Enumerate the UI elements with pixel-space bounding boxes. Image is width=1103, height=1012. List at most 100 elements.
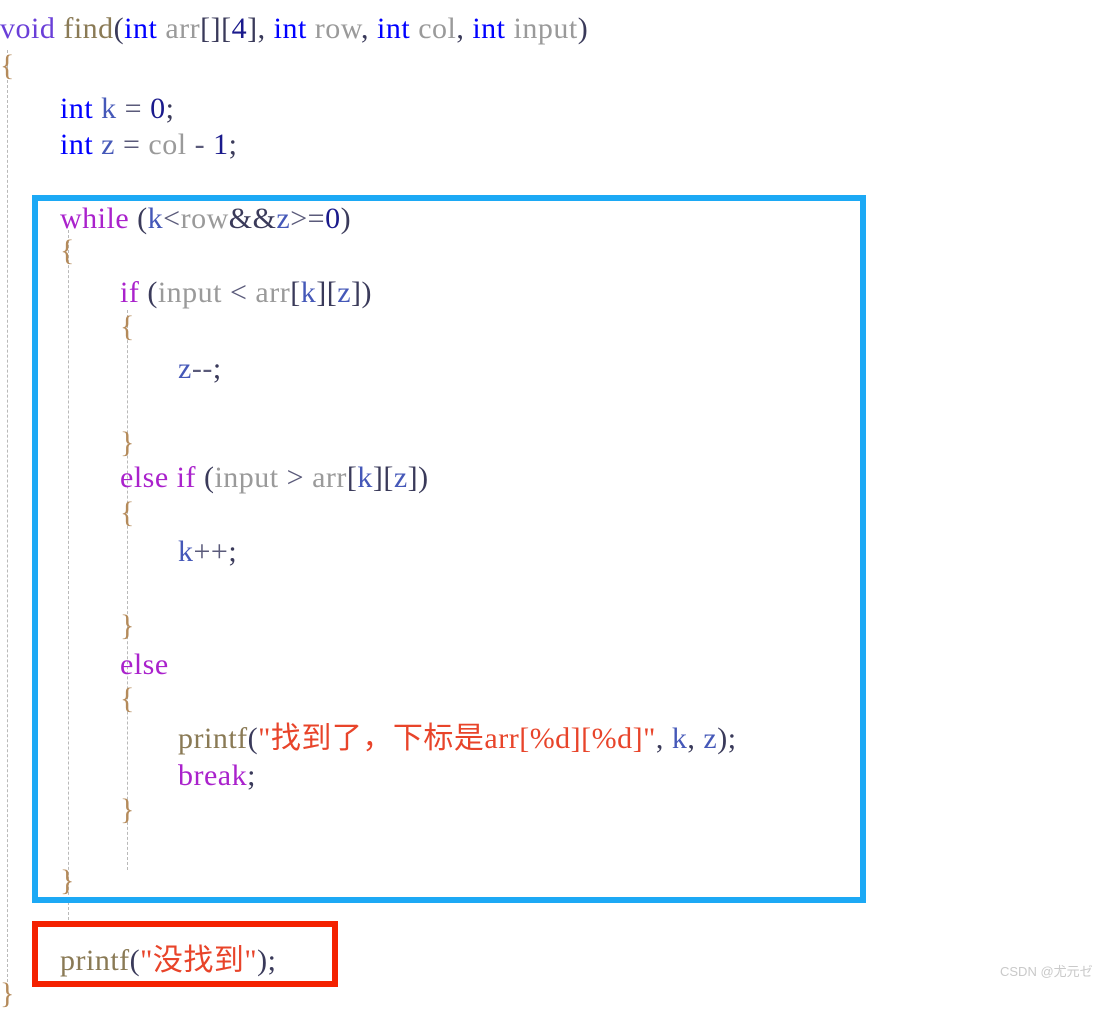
- code-token: ],: [247, 12, 274, 45]
- code-token: k: [671, 722, 688, 755]
- code-line: printf("没找到");: [0, 942, 276, 979]
- code-token: =: [116, 92, 151, 125]
- code-token: {: [60, 234, 75, 267]
- code-token: z: [276, 202, 291, 235]
- code-token: }: [120, 793, 135, 826]
- code-token: input: [513, 12, 578, 45]
- code-token: else: [120, 461, 169, 494]
- code-line: }: [0, 791, 135, 828]
- code-token: );: [717, 722, 737, 755]
- code-token: (: [129, 202, 148, 235]
- code-token: int: [472, 12, 506, 45]
- code-token: z: [101, 128, 115, 161]
- code-line: {: [0, 308, 135, 345]
- code-token: if: [120, 276, 140, 309]
- code-token: ): [577, 12, 589, 45]
- code-token: <: [163, 202, 181, 235]
- code-line: {: [0, 494, 135, 531]
- code-token: &&: [228, 202, 277, 235]
- code-line: break;: [0, 757, 256, 794]
- code-token: 1: [213, 128, 229, 161]
- code-token: {: [120, 310, 135, 343]
- code-token: [: [346, 461, 358, 494]
- code-token: z: [337, 276, 352, 309]
- code-token: k: [101, 92, 117, 125]
- code-token: [: [290, 276, 301, 309]
- code-line: {: [0, 47, 15, 84]
- code-line: }: [0, 975, 15, 1012]
- code-token: {: [120, 682, 135, 715]
- code-token: k: [178, 535, 194, 568]
- code-token: row: [314, 12, 362, 45]
- code-token: int: [60, 92, 94, 125]
- code-token: k: [147, 202, 164, 235]
- code-token: 4: [231, 12, 248, 45]
- code-line: if (input < arr[k][z]): [0, 274, 372, 311]
- code-token: (: [113, 12, 125, 45]
- code-token: k: [300, 276, 317, 309]
- code-token: arr: [312, 461, 347, 494]
- code-token: int: [273, 12, 307, 45]
- code-token: }: [0, 977, 15, 1010]
- code-token: printf: [60, 944, 130, 977]
- code-token: ,: [456, 12, 473, 45]
- code-token: arr: [255, 276, 291, 309]
- code-token: ;: [212, 352, 222, 385]
- code-token: [][: [200, 12, 232, 45]
- code-line: }: [0, 862, 75, 899]
- code-token: -: [186, 128, 214, 161]
- code-line: void find(int arr[][4], int row, int col…: [0, 10, 588, 47]
- code-line: else if (input > arr[k][z]): [0, 459, 429, 496]
- code-token: ]): [351, 276, 373, 309]
- code-line: }: [0, 424, 135, 461]
- code-token: 0: [150, 92, 166, 125]
- code-token: 0: [325, 202, 341, 235]
- code-line: }: [0, 607, 135, 644]
- code-token: input: [157, 276, 222, 309]
- code-token: int: [377, 12, 411, 45]
- code-token: (: [195, 461, 215, 494]
- code-token: "没找到": [140, 944, 258, 977]
- code-token: ;: [247, 759, 256, 792]
- code-token: col: [148, 128, 187, 161]
- code-token: z: [178, 352, 192, 385]
- code-token: row: [180, 202, 229, 235]
- code-line: k++;: [0, 533, 237, 570]
- code-token: (: [129, 944, 141, 977]
- code-token: >=: [290, 202, 326, 235]
- code-token: ][: [372, 461, 394, 494]
- code-token: arr: [165, 12, 201, 45]
- code-token: );: [257, 944, 277, 977]
- code-token: int: [60, 128, 94, 161]
- code-token: ): [340, 202, 352, 235]
- code-token: {: [0, 49, 15, 82]
- code-token: }: [120, 426, 135, 459]
- code-token: find: [63, 12, 114, 45]
- code-line: else: [0, 646, 169, 683]
- code-token: >: [278, 461, 313, 494]
- code-token: ,: [361, 12, 378, 45]
- code-token: --: [191, 352, 213, 385]
- code-token: if: [176, 461, 196, 494]
- code-token: (: [139, 276, 158, 309]
- code-line: {: [0, 232, 75, 269]
- code-token: ][: [316, 276, 338, 309]
- code-token: k: [357, 461, 373, 494]
- code-token: ,: [655, 722, 672, 755]
- code-editor-canvas: void find(int arr[][4], int row, int col…: [0, 0, 1103, 1010]
- code-token: ;: [228, 128, 238, 161]
- code-line: int z = col - 1;: [0, 126, 237, 163]
- code-token: else: [120, 648, 169, 681]
- code-token: z: [393, 461, 408, 494]
- code-line: {: [0, 680, 135, 717]
- code-token: break: [178, 759, 248, 792]
- code-token: ++: [193, 535, 229, 568]
- code-token: int: [124, 12, 158, 45]
- code-line: z--;: [0, 350, 222, 387]
- code-token: {: [120, 496, 135, 529]
